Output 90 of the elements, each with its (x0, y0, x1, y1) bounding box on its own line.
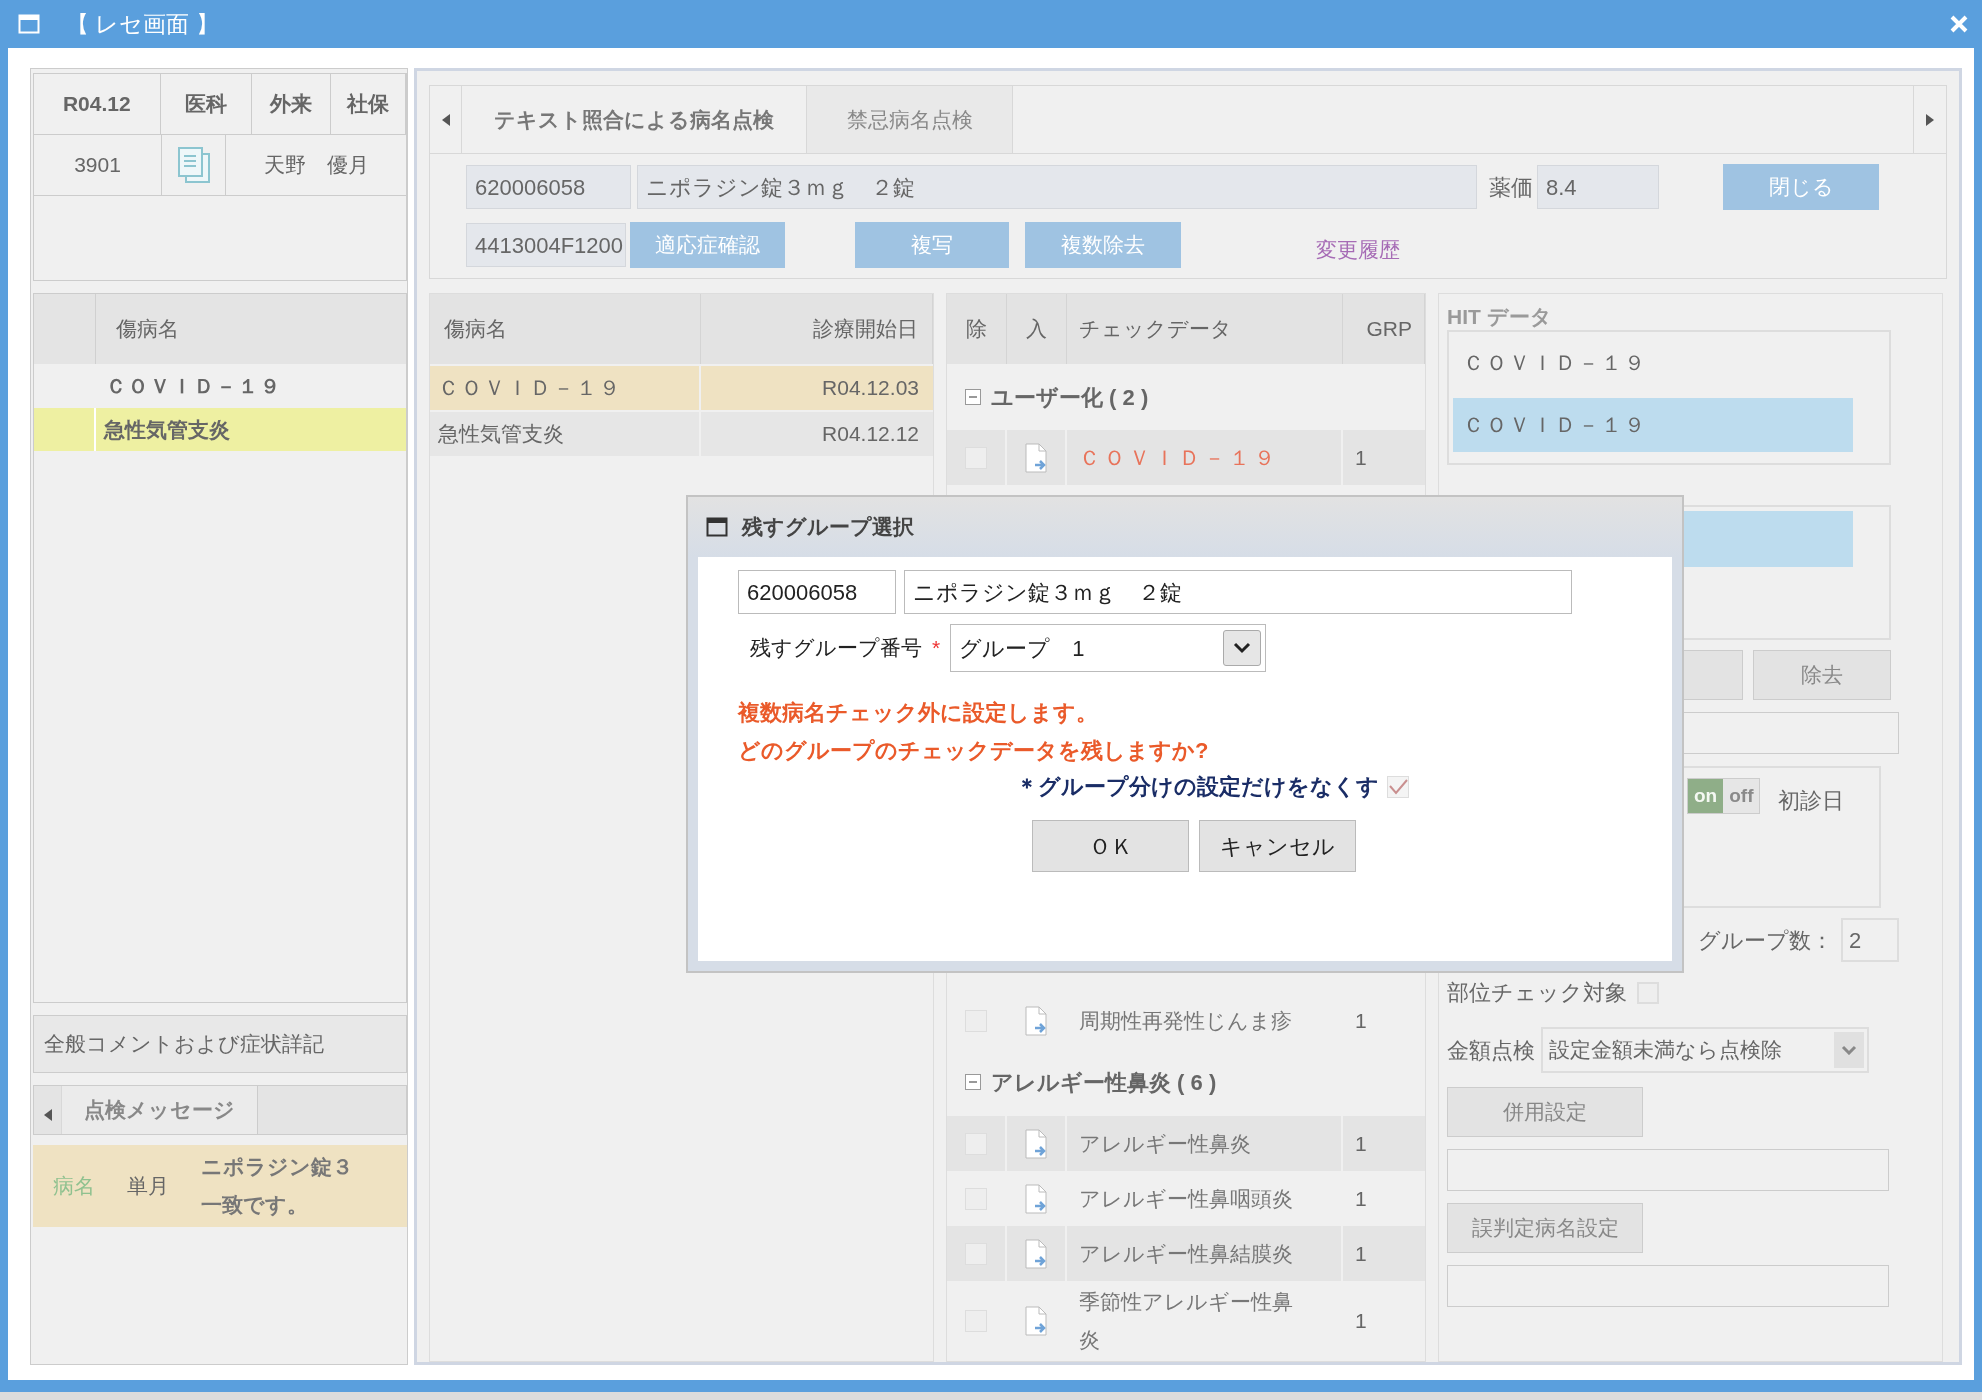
start-date: R04.12.12 (821, 421, 920, 448)
tab[interactable]: 禁忌病名点検 (807, 86, 1013, 153)
disease-row[interactable]: ＣＯＶＩＤ－１９ R04.12.03 (430, 366, 933, 410)
header-cell-text: 医科 (184, 91, 227, 118)
document-icon (1023, 1238, 1049, 1269)
code-field[interactable]: 620006058 (466, 165, 631, 209)
document-icon (1023, 1128, 1049, 1159)
check-data-name: 季節性アレルギー性鼻炎 (1079, 1289, 1294, 1353)
group-number: 1 (1355, 1130, 1367, 1157)
category-label: 病名 (53, 1173, 95, 1200)
group-number: 1 (1355, 444, 1367, 471)
close-icon[interactable] (1950, 15, 1968, 33)
group-number: 1 (1355, 1185, 1367, 1212)
window-icon (706, 517, 728, 537)
patient-name: 天野 優月 (263, 152, 369, 179)
disease-name: 急性気管支炎 (430, 412, 701, 456)
code-field[interactable]: 4413004F1200 (466, 223, 626, 267)
right-arrow-icon (1926, 113, 1934, 126)
left-arrow-icon (441, 113, 450, 126)
start-date: R04.12.03 (821, 375, 920, 402)
price-label: 薬価 (1489, 173, 1533, 202)
disease-name: ＣＯＶＩＤ－１９ (430, 366, 701, 410)
combination-button[interactable]: 併用設定 (1447, 1087, 1643, 1137)
window-title: 【 レセ画面 】 (66, 9, 219, 39)
cancel-button[interactable]: キャンセル (1199, 820, 1356, 872)
list-item[interactable]: ＣＯＶＩＤ－１９ (1453, 336, 1853, 390)
list-item[interactable]: ＣＯＶＩＤ－１９ (1453, 398, 1853, 452)
section-label: HIT データ (1447, 304, 1553, 330)
history-link[interactable]: 変更履歴 (1316, 234, 1400, 266)
misjudge-button[interactable]: 誤判定病名設定 (1447, 1203, 1643, 1253)
select-field[interactable]: 設定金額未満なら点検除 (1541, 1027, 1869, 1073)
drug-name-field[interactable]: ニポラジン錠３ｍｇ ２錠 (637, 165, 1477, 209)
code-field[interactable]: 620006058 (738, 570, 896, 614)
header-cell-text: R04.12 (62, 91, 131, 118)
patient-id: 3901 (74, 152, 121, 179)
check-data-name: アレルギー性鼻咽頭炎 (1079, 1185, 1293, 1212)
site-check-label: 部位チェック対象 (1447, 979, 1627, 1007)
collapse-icon[interactable] (965, 389, 981, 405)
period-label: 単月 (127, 1173, 169, 1200)
check-data-name: 周期性再発性じんま疹 (1079, 1007, 1292, 1034)
input-field[interactable] (1447, 1265, 1889, 1307)
column-header: 除 (966, 316, 987, 343)
column-header: GRP (1366, 316, 1412, 343)
required-mark: * (932, 635, 941, 662)
column-header: 診療開始日 (813, 316, 918, 343)
header-cell-text: 社保 (346, 91, 389, 118)
price-field[interactable]: 8.4 (1537, 165, 1659, 209)
disease-row[interactable]: 急性気管支炎 (34, 408, 406, 451)
left-arrow-icon (43, 1109, 52, 1121)
clear-grouping-label: ＊グループ分けの設定だけをなくす (1016, 773, 1379, 801)
toggle-option[interactable]: off (1723, 779, 1760, 813)
check-data-name: アレルギー性鼻炎 (1079, 1130, 1251, 1157)
group-number-label: 残すグループ番号 (750, 635, 922, 662)
check-data-name: アレルギー性鼻結膜炎 (1079, 1240, 1293, 1267)
group-select[interactable]: グループ 1 (950, 624, 1267, 672)
document-icon (1023, 1306, 1049, 1336)
column-header: チェックデータ (1079, 316, 1232, 343)
ok-button[interactable]: ＯＫ (1032, 820, 1189, 872)
warning-message: 複数病名チェック外に設定します。 どのグループのチェックデータを残しますか? (738, 699, 1210, 765)
header-cell-text: 外来 (269, 91, 312, 118)
check-data-name: ＣＯＶＩＤ－１９ (1079, 444, 1279, 471)
chevron-down-icon (1841, 1045, 1857, 1055)
column-header: 傷病名 (116, 316, 179, 343)
first-visit-label: 初診日 (1778, 787, 1845, 815)
tab[interactable]: 点検メッセージ (62, 1086, 258, 1134)
group-count-field[interactable]: 2 (1841, 918, 1899, 962)
column-header: 傷病名 (444, 316, 507, 343)
group-label: ユーザー化 ( 2 ) (991, 383, 1149, 412)
document-icon (1023, 1005, 1049, 1036)
group-number: 1 (1355, 1007, 1367, 1034)
group-count-label: グループ数： (1698, 926, 1833, 955)
window-icon (18, 14, 40, 34)
chevron-down-icon (1233, 642, 1252, 654)
document-icon (1023, 1183, 1049, 1214)
column-header: 入 (1026, 316, 1047, 343)
group-number: 1 (1355, 1240, 1367, 1267)
group-label: アレルギー性鼻炎 ( 6 ) (991, 1068, 1217, 1097)
remove-button[interactable]: 除去 (1753, 650, 1891, 700)
amount-check-label: 金額点検 (1447, 1036, 1535, 1065)
documents-icon (176, 146, 211, 184)
message-text: ニポラジン錠３ 一致です。 (201, 1154, 354, 1218)
comment-bar[interactable]: 全般コメントおよび症状詳記 (33, 1015, 407, 1073)
drug-name-field[interactable]: ニポラジン錠３ｍｇ ２錠 (904, 570, 1572, 614)
dialog-title: 残すグループ選択 (742, 514, 914, 541)
input-field[interactable] (1447, 1149, 1889, 1191)
document-icon (1023, 442, 1049, 473)
collapse-icon[interactable] (965, 1074, 981, 1090)
disease-row[interactable]: 急性気管支炎 R04.12.12 (430, 412, 933, 456)
checkbox[interactable] (1387, 776, 1409, 798)
group-number: 1 (1355, 1308, 1367, 1335)
